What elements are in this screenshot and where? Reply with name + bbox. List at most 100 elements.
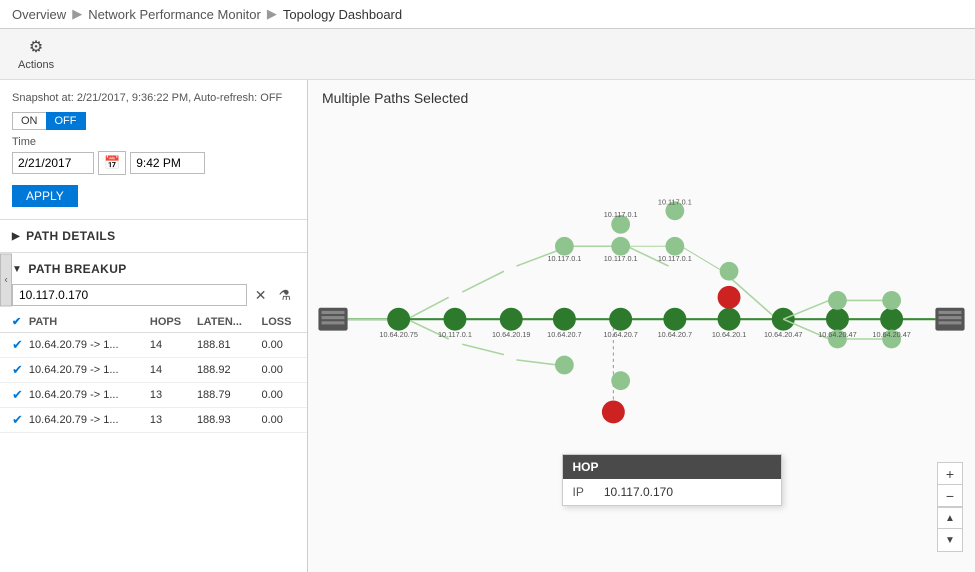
path-details-header[interactable]: ▶ PATH DETAILS xyxy=(0,224,307,248)
hop-ip-label: IP xyxy=(573,485,584,499)
row-latency: 188.81 xyxy=(197,333,262,358)
svg-text:10.117.0.1: 10.117.0.1 xyxy=(547,254,581,263)
toggle-off-button[interactable]: OFF xyxy=(46,112,86,130)
actions-label: Actions xyxy=(18,59,54,71)
row-loss: 0.00 xyxy=(261,358,307,383)
svg-text:10.64.20.1: 10.64.20.1 xyxy=(712,330,746,339)
snapshot-info: Snapshot at: 2/21/2017, 9:36:22 PM, Auto… xyxy=(0,88,307,110)
svg-text:10.64.20.19: 10.64.20.19 xyxy=(492,330,530,339)
path-breakup-label: PATH BREAKUP xyxy=(28,262,126,276)
node-6[interactable] xyxy=(663,308,686,331)
calendar-button[interactable]: 📅 xyxy=(98,151,126,175)
scroll-up-button[interactable]: ▲ xyxy=(938,507,962,529)
path-details-arrow: ▶ xyxy=(12,231,20,242)
node-upper-5[interactable] xyxy=(665,237,684,256)
row-latency: 188.79 xyxy=(197,383,262,408)
svg-text:10.64.20.7: 10.64.20.7 xyxy=(547,330,581,339)
path-breakup-header[interactable]: ▼ PATH BREAKUP xyxy=(0,257,307,281)
row-check[interactable]: ✔ xyxy=(0,333,29,358)
svg-text:10.64.20.47: 10.64.20.47 xyxy=(818,330,856,339)
breadcrumb-overview[interactable]: Overview xyxy=(12,7,66,22)
svg-text:10.117.0.1: 10.117.0.1 xyxy=(658,198,692,207)
divider-2 xyxy=(0,252,307,253)
panel-collapse-handle[interactable]: ‹ xyxy=(0,254,12,307)
node-red-2[interactable] xyxy=(602,400,625,423)
table-row[interactable]: ✔ 10.64.20.79 -> 1... 14 188.92 0.00 xyxy=(0,358,307,383)
breadcrumb-dashboard: Topology Dashboard xyxy=(283,7,402,22)
row-latency: 188.93 xyxy=(197,408,262,433)
node-upper-1[interactable] xyxy=(555,237,574,256)
node-upper-6[interactable] xyxy=(720,262,739,281)
hop-tooltip: HOP IP 10.117.0.170 xyxy=(562,454,782,506)
row-hops: 13 xyxy=(150,383,197,408)
time-input[interactable] xyxy=(130,152,205,174)
table-row[interactable]: ✔ 10.64.20.79 -> 1... 14 188.81 0.00 xyxy=(0,333,307,358)
svg-text:10.117.0.1: 10.117.0.1 xyxy=(438,330,472,339)
row-hops: 13 xyxy=(150,408,197,433)
filter-button[interactable]: ⚗ xyxy=(274,285,295,306)
row-loss: 0.00 xyxy=(261,408,307,433)
node-lr-2[interactable] xyxy=(828,291,847,310)
row-check[interactable]: ✔ xyxy=(0,408,29,433)
table-row[interactable]: ✔ 10.64.20.79 -> 1... 13 188.93 0.00 xyxy=(0,408,307,433)
right-panel: Multiple Paths Selected xyxy=(308,80,975,572)
row-loss: 0.00 xyxy=(261,333,307,358)
time-section: Time 📅 xyxy=(0,134,307,181)
toolbar: ⚙ Actions xyxy=(0,29,975,80)
hop-tooltip-body: IP 10.117.0.170 xyxy=(563,479,781,505)
row-path: 10.64.20.79 -> 1... xyxy=(29,408,150,433)
panel-title: Multiple Paths Selected xyxy=(308,80,975,112)
check-icon: ✔ xyxy=(12,387,23,402)
left-panel: Snapshot at: 2/21/2017, 9:36:22 PM, Auto… xyxy=(0,80,308,572)
time-label: Time xyxy=(12,136,295,148)
autorefresh-toggle: ON OFF xyxy=(0,110,307,134)
paths-table-container: ✔ PATH HOPS LATEN... LOSS ✔ 10.64.20.79 … xyxy=(0,311,307,437)
node-10[interactable] xyxy=(880,308,903,331)
row-path: 10.64.20.79 -> 1... xyxy=(29,358,150,383)
breadcrumb-sep2: ▶ xyxy=(267,6,277,22)
row-path: 10.64.20.79 -> 1... xyxy=(29,333,150,358)
check-icon: ✔ xyxy=(12,316,21,328)
node-lower-2[interactable] xyxy=(611,371,630,390)
node-5[interactable] xyxy=(609,308,632,331)
node-9[interactable] xyxy=(826,308,849,331)
breadcrumb-sep1: ▶ xyxy=(72,6,82,22)
node-2[interactable] xyxy=(443,308,466,331)
row-check[interactable]: ✔ xyxy=(0,383,29,408)
col-loss: LOSS xyxy=(261,311,307,333)
clear-button[interactable]: ✕ xyxy=(251,285,271,306)
node-4[interactable] xyxy=(553,308,576,331)
main-layout: Snapshot at: 2/21/2017, 9:36:22 PM, Auto… xyxy=(0,80,975,572)
svg-text:10.117.0.1: 10.117.0.1 xyxy=(604,210,638,219)
breadcrumb-monitor[interactable]: Network Performance Monitor xyxy=(88,7,261,22)
node-3[interactable] xyxy=(500,308,523,331)
apply-button[interactable]: APPLY xyxy=(12,185,78,207)
actions-icon: ⚙ xyxy=(29,37,43,57)
svg-text:10.117.0.1: 10.117.0.1 xyxy=(604,254,638,263)
node-lr-4[interactable] xyxy=(882,291,901,310)
node-red-1[interactable] xyxy=(718,286,741,309)
actions-button[interactable]: ⚙ Actions xyxy=(12,35,60,73)
node-upper-4[interactable] xyxy=(611,237,630,256)
col-hops: HOPS xyxy=(150,311,197,333)
zoom-in-button[interactable]: + xyxy=(938,463,962,485)
node-7[interactable] xyxy=(718,308,741,331)
svg-text:10.64.20.47: 10.64.20.47 xyxy=(872,330,910,339)
table-row[interactable]: ✔ 10.64.20.79 -> 1... 13 188.79 0.00 xyxy=(0,383,307,408)
zoom-out-button[interactable]: − xyxy=(938,485,962,507)
scroll-down-button[interactable]: ▼ xyxy=(938,529,962,551)
svg-text:10.64.20.7: 10.64.20.7 xyxy=(658,330,692,339)
topology-area: 10.64.20.75 10.117.0.1 10.64.20.19 10.64… xyxy=(308,112,975,566)
svg-text:10.64.20.47: 10.64.20.47 xyxy=(764,330,802,339)
node-lower-1[interactable] xyxy=(555,356,574,375)
path-search-input[interactable] xyxy=(12,284,247,306)
row-path: 10.64.20.79 -> 1... xyxy=(29,383,150,408)
hop-tooltip-header: HOP xyxy=(563,455,781,479)
toggle-on-button[interactable]: ON xyxy=(12,112,46,130)
row-check[interactable]: ✔ xyxy=(0,358,29,383)
divider-1 xyxy=(0,219,307,220)
hop-ip-value: 10.117.0.170 xyxy=(604,485,673,499)
node-1[interactable] xyxy=(387,308,410,331)
date-input[interactable] xyxy=(12,152,94,174)
row-hops: 14 xyxy=(150,333,197,358)
